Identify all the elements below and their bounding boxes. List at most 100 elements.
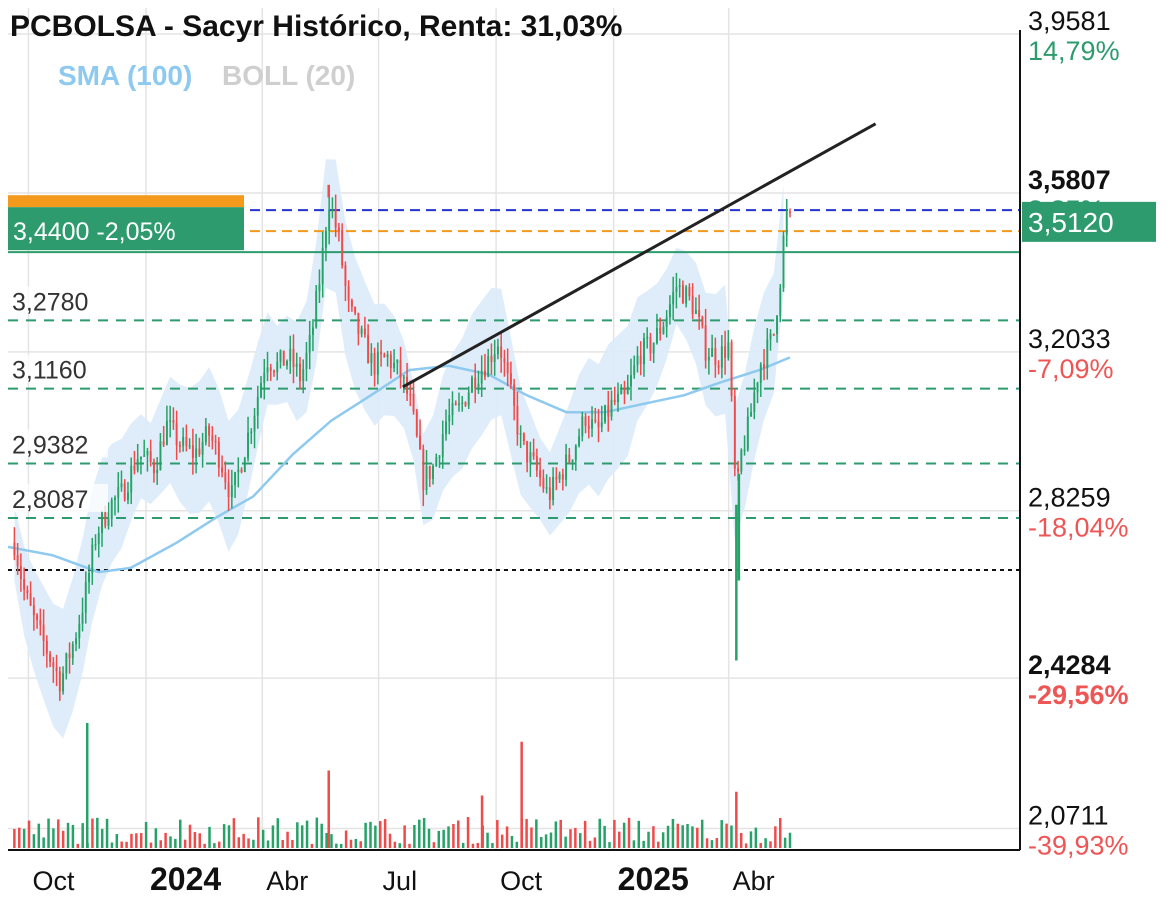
candle-body: [363, 328, 366, 335]
candle-body: [487, 356, 490, 377]
candle-body: [694, 310, 697, 314]
candle-body: [584, 416, 587, 426]
candle-body: [594, 419, 597, 422]
candle-body: [217, 442, 220, 468]
candle-body: [425, 466, 428, 491]
candle-body: [357, 312, 360, 334]
reference-orange-strip: [8, 195, 244, 208]
candle-body: [626, 386, 629, 394]
candle-body: [623, 389, 626, 394]
candle-body: [269, 367, 272, 371]
candle-body: [750, 411, 753, 417]
candle-body: [23, 579, 26, 590]
y-axis-tick-label: 3,5807: [1028, 165, 1111, 195]
candle-body: [474, 377, 477, 389]
candle-body: [16, 555, 19, 567]
candle-body: [662, 326, 665, 334]
candle-body: [243, 458, 246, 473]
candle-body: [39, 620, 42, 625]
candle-body: [646, 336, 649, 339]
candle-body: [733, 395, 736, 469]
candle-body: [162, 441, 165, 445]
candle-body: [766, 339, 769, 369]
candle-body: [604, 405, 606, 423]
candle-body: [305, 352, 308, 369]
candle-body: [344, 265, 347, 286]
candle-body: [636, 355, 639, 366]
candle-body: [435, 457, 438, 466]
candle-body: [743, 449, 746, 452]
candle-body: [120, 483, 123, 488]
candle-body: [175, 422, 178, 446]
candle-body: [458, 403, 460, 405]
candle-body: [688, 286, 691, 296]
candle-body: [753, 392, 756, 412]
candle-body: [169, 420, 172, 422]
x-axis-tick-label: Jul: [383, 866, 418, 896]
candle-body: [376, 351, 379, 375]
candle-body: [146, 451, 149, 456]
candle-body: [672, 291, 675, 305]
candle-body: [448, 415, 451, 422]
candle-body: [691, 295, 694, 314]
candle-body: [789, 211, 791, 214]
candle-body: [402, 376, 405, 379]
candle-body: [493, 354, 496, 363]
candle-body: [282, 350, 285, 366]
candle-body: [409, 393, 412, 396]
candle-body: [711, 348, 714, 357]
candle-body: [701, 316, 704, 326]
candle-body: [380, 351, 383, 355]
candle-body: [123, 483, 126, 501]
candle-body: [652, 343, 655, 354]
candle-body: [260, 383, 263, 398]
candle-body: [182, 436, 185, 446]
candle-body: [529, 452, 532, 463]
candle-body: [370, 353, 373, 364]
candle-body: [746, 416, 749, 450]
candle-body: [227, 482, 230, 498]
candle-body: [201, 442, 204, 455]
candle-body: [727, 342, 730, 358]
candle-body: [295, 363, 298, 368]
candle-body: [289, 348, 292, 362]
y-axis-tick-label: 2,4284: [1028, 650, 1111, 680]
candle-body: [428, 466, 431, 480]
candle-body: [32, 605, 35, 616]
candle-body: [104, 512, 107, 526]
candle-body: [526, 441, 529, 463]
candle-body: [539, 470, 542, 478]
candle-body: [659, 327, 662, 334]
candle-body: [503, 358, 506, 363]
candle-body: [185, 436, 188, 446]
candle-body: [117, 487, 120, 498]
candle-body: [191, 445, 194, 458]
candle-body: [62, 673, 65, 692]
candle-body: [29, 593, 32, 606]
candle-body: [367, 334, 370, 364]
candle-body: [58, 671, 61, 692]
candle-body: [714, 348, 717, 366]
candle-body: [286, 361, 288, 366]
legend-sma[interactable]: SMA (100): [58, 60, 192, 92]
candle-body: [393, 362, 396, 369]
candle-body: [178, 445, 181, 447]
candle-body: [759, 364, 762, 383]
candle-body: [763, 364, 766, 369]
candle-body: [65, 653, 68, 674]
legend-boll[interactable]: BOLL (20): [222, 60, 355, 92]
candle-body: [321, 247, 324, 285]
candle-body: [477, 383, 480, 389]
y-axis-pct-label: -39,93%: [1028, 830, 1129, 860]
y-axis-tick-label: 2,8259: [1028, 483, 1111, 513]
candle-body: [208, 426, 211, 436]
candle-body: [52, 662, 55, 668]
candle-body: [331, 209, 334, 211]
candle-body: [445, 421, 447, 435]
candle-body: [133, 465, 136, 471]
chart-container: 3,2780 3,1160 2,9382 2,8087 3,4400 -2,05% 3,9…: [0, 0, 1175, 908]
candle-body: [165, 420, 168, 445]
x-axis-tick-label: Abr: [266, 866, 308, 896]
candle-body: [720, 346, 723, 368]
candle-body: [587, 425, 590, 429]
